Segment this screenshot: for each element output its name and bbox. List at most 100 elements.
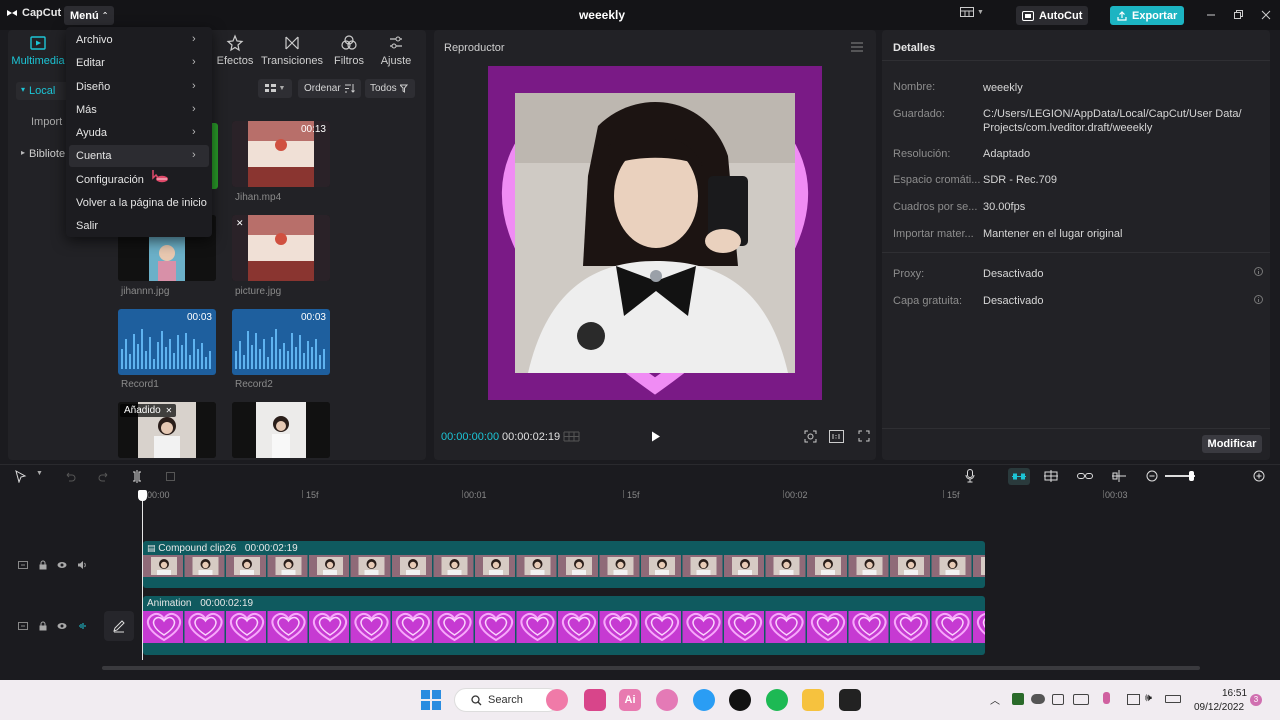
maximize-icon[interactable] — [1232, 9, 1244, 21]
microphone-tray-icon[interactable] — [1103, 692, 1110, 704]
chevron-up-icon[interactable]: ︿ — [990, 692, 1000, 707]
video-preview[interactable] — [488, 66, 822, 400]
chain-icon[interactable] — [1077, 471, 1093, 481]
menu-item-design[interactable]: Diseño — [76, 81, 110, 93]
track-cover-icon[interactable] — [18, 560, 28, 570]
menu-item-edit[interactable]: Editar — [76, 57, 105, 69]
playhead-handle[interactable] — [138, 490, 147, 501]
media-item[interactable]: 00:03 — [232, 309, 330, 375]
discord-icon[interactable] — [656, 689, 678, 711]
menu-item-account[interactable]: Cuenta — [76, 150, 111, 162]
notification-badge[interactable]: 3 — [1250, 694, 1262, 706]
app-icon-pink[interactable] — [584, 689, 606, 711]
app-icon-ai[interactable]: Ai — [619, 689, 641, 711]
chevron-down-icon[interactable]: ▼ — [36, 470, 43, 477]
tray-nvidia-icon[interactable] — [1012, 693, 1024, 705]
export-button[interactable]: Exportar — [1110, 6, 1185, 25]
clip-filmstrip — [143, 611, 985, 643]
sidebar-item-import[interactable]: Import — [31, 116, 62, 128]
keyboard-icon[interactable] — [1073, 694, 1089, 705]
app-icon-flower[interactable] — [546, 689, 568, 711]
undo-icon[interactable] — [64, 471, 76, 482]
clock-date[interactable]: 09/12/2022 — [1194, 702, 1244, 713]
minimize-icon[interactable] — [1205, 9, 1217, 21]
media-item[interactable]: ✕ — [232, 215, 330, 281]
zoom-in-icon[interactable] — [1253, 470, 1265, 482]
spotify-icon[interactable] — [766, 689, 788, 711]
detail-key-saved: Guardado: — [893, 108, 945, 120]
playhead[interactable] — [142, 490, 143, 660]
modify-button[interactable]: Modificar — [1202, 435, 1262, 453]
current-timecode: 00:00:00:00 — [441, 431, 500, 443]
tab-transitions[interactable]: Transiciones — [260, 34, 324, 67]
play-icon[interactable] — [651, 431, 661, 442]
timeline-clip-compound[interactable]: ▤ Compound clip26 00:00:02:19 — [143, 541, 985, 588]
split-icon[interactable] — [132, 470, 142, 483]
autocut-button[interactable]: AutoCut — [1016, 6, 1089, 25]
filter-button[interactable]: Todos — [365, 79, 415, 98]
grid-view-button[interactable]: ▼ — [258, 79, 292, 98]
redo-icon[interactable] — [98, 471, 110, 482]
menu-item-help[interactable]: Ayuda — [76, 127, 107, 139]
info-icon[interactable] — [1254, 295, 1263, 304]
preview-axis-icon[interactable] — [1111, 470, 1127, 482]
clock-time[interactable]: 16:51 — [1222, 688, 1247, 699]
aspect-ratio-icon[interactable] — [829, 430, 844, 443]
eye-icon[interactable] — [57, 560, 67, 570]
audio-wave-icon[interactable] — [77, 621, 87, 631]
display-icon[interactable] — [1127, 694, 1140, 705]
link-clips-icon[interactable] — [1043, 470, 1059, 482]
tab-multimedia[interactable]: Multimedia — [10, 34, 66, 67]
close-icon[interactable]: ✕ — [236, 218, 244, 229]
tab-effects[interactable]: Efectos — [207, 34, 263, 67]
detail-value-resolution: Adaptado — [983, 148, 1031, 160]
tray-app-icon[interactable] — [1052, 694, 1064, 705]
layout-button[interactable]: ▼ — [960, 7, 984, 17]
media-item[interactable]: Añadido ✕ — [118, 402, 216, 458]
hamburger-menu-icon[interactable] — [851, 42, 863, 52]
media-item[interactable]: 00:13 — [232, 121, 330, 187]
snap-toggle[interactable] — [1008, 468, 1030, 485]
cloud-icon[interactable] — [1031, 694, 1045, 704]
track-cover-icon[interactable] — [18, 621, 28, 631]
timeline-scrollbar[interactable] — [102, 666, 1200, 670]
info-icon[interactable] — [1254, 267, 1263, 276]
eye-icon[interactable] — [57, 621, 67, 631]
menu-item-file[interactable]: Archivo — [76, 34, 113, 46]
lock-icon[interactable] — [38, 621, 48, 631]
menu-item-more[interactable]: Más — [76, 104, 97, 116]
file-explorer-icon[interactable] — [802, 689, 824, 711]
menu-item-settings[interactable]: Configuración — [76, 174, 144, 186]
media-item[interactable]: 00:03 — [118, 309, 216, 375]
select-cursor-icon[interactable] — [15, 470, 27, 483]
microphone-icon[interactable] — [965, 469, 975, 483]
tiktok-icon[interactable] — [729, 689, 751, 711]
media-item[interactable] — [232, 402, 330, 458]
lock-icon[interactable] — [38, 560, 48, 570]
edit-cover-button[interactable] — [104, 611, 134, 641]
menu-item-exit[interactable]: Salir — [76, 220, 98, 232]
windows-start-icon[interactable] — [421, 690, 441, 710]
speaker-icon[interactable]: 🕪 — [1145, 692, 1152, 705]
sidebar-item-library[interactable]: ▸ Bibliote — [16, 146, 70, 164]
menu-button[interactable]: Menú ⌃ — [64, 6, 115, 25]
taskbar-search[interactable]: Search — [454, 688, 560, 712]
zoom-slider-handle[interactable] — [1189, 471, 1194, 481]
close-icon[interactable]: ✕ — [165, 406, 172, 415]
delete-icon[interactable] — [165, 471, 176, 482]
fullscreen-icon[interactable] — [858, 430, 870, 442]
zoom-out-icon[interactable] — [1146, 470, 1158, 482]
adjust-icon — [390, 36, 402, 49]
edge-browser-icon[interactable] — [693, 689, 715, 711]
capcut-taskbar-icon[interactable] — [839, 689, 861, 711]
timecode-grid-icon[interactable] — [563, 431, 580, 442]
tab-adjust[interactable]: Ajuste — [368, 34, 424, 67]
detail-key-proxy: Proxy: — [893, 268, 925, 280]
volume-icon[interactable] — [77, 560, 87, 570]
fit-view-icon[interactable] — [804, 430, 817, 443]
battery-icon[interactable] — [1165, 695, 1181, 703]
timeline-clip-animation[interactable]: Animation 00:00:02:19 — [143, 596, 985, 655]
close-icon[interactable] — [1260, 9, 1272, 21]
sort-button[interactable]: Ordenar — [298, 79, 361, 98]
menu-item-home[interactable]: Volver a la página de inicio — [76, 197, 207, 209]
